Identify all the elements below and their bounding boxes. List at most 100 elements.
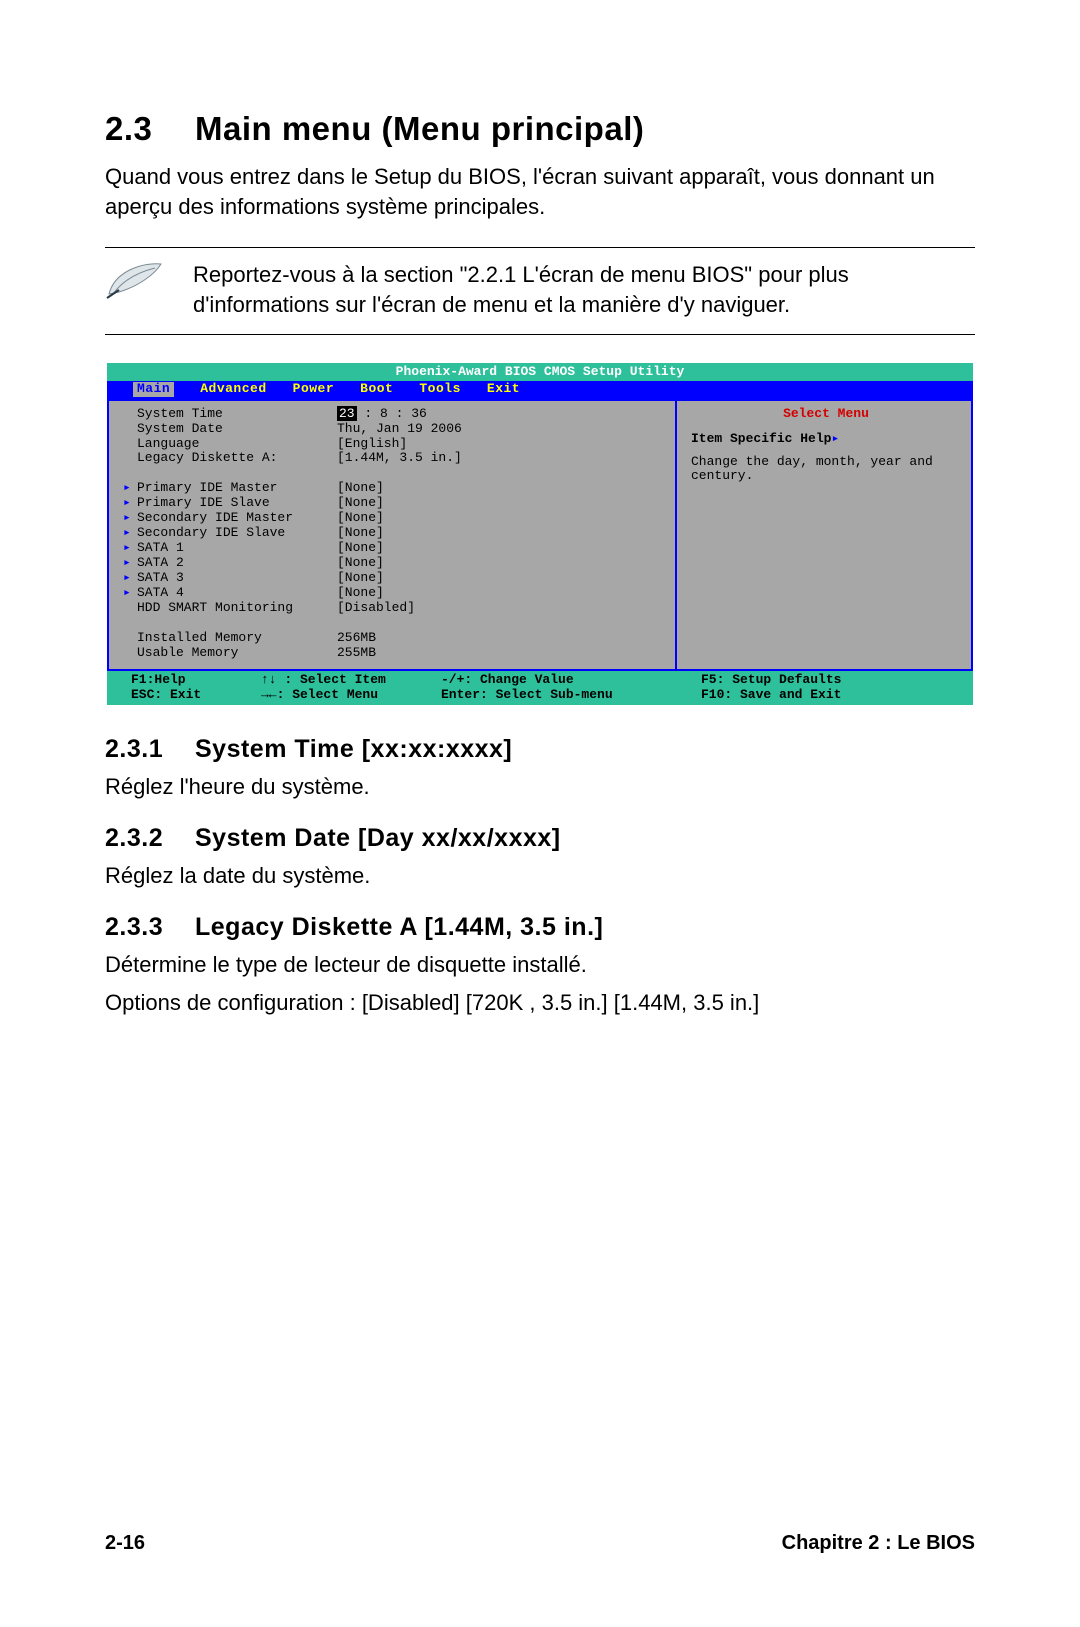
setting-label: System Date: [137, 422, 337, 437]
section-title-text: Main menu (Menu principal): [195, 110, 644, 147]
setting-value: [English]: [337, 436, 407, 451]
setting-value: 256MB: [337, 630, 376, 645]
foot-select-item: ↑↓ : Select Item: [261, 673, 441, 688]
setting-label: Secondary IDE Master: [137, 511, 337, 526]
setting-value-selected[interactable]: 23: [337, 406, 357, 421]
foot-change-value: -/+: Change Value: [441, 673, 701, 688]
setting-value: 255MB: [337, 645, 376, 660]
bios-setting-row[interactable]: System Time23 : 8 : 36: [123, 407, 671, 422]
subsection-title: System Date [Day xx/xx/xxxx]: [195, 824, 561, 852]
foot-help: F1:Help: [131, 673, 261, 688]
subsection-heading: 2.3.1System Time [xx:xx:xxxx]: [105, 735, 975, 764]
bios-footer: F1:Help ↑↓ : Select Item -/+: Change Val…: [107, 671, 973, 706]
help-text: Change the day, month, year and century.: [691, 455, 961, 485]
setting-label: SATA 3: [137, 571, 337, 586]
bios-tab-exit[interactable]: Exit: [487, 382, 520, 397]
bios-setting-row[interactable]: ▸SATA 3[None]: [123, 571, 671, 586]
bios-setting-row[interactable]: ▸SATA 2[None]: [123, 556, 671, 571]
bios-tab-advanced[interactable]: Advanced: [200, 382, 266, 397]
bios-setting-row[interactable]: Usable Memory255MB: [123, 646, 671, 661]
foot-save-exit: F10: Save and Exit: [701, 688, 963, 703]
bios-setting-row[interactable]: Language[English]: [123, 437, 671, 452]
bios-tab-main[interactable]: Main: [133, 382, 174, 397]
bios-help-pane: Select Menu Item Specific Help▸ Change t…: [675, 401, 971, 669]
foot-select-menu: →←: Select Menu: [261, 688, 441, 703]
foot-setup-defaults: F5: Setup Defaults: [701, 673, 963, 688]
page-number: 2-16: [105, 1532, 145, 1555]
subsection-number: 2.3.2: [105, 824, 195, 853]
bios-setting-row[interactable]: ▸SATA 4[None]: [123, 586, 671, 601]
bios-setting-row[interactable]: ▸Primary IDE Master[None]: [123, 481, 671, 496]
bios-setting-row[interactable]: HDD SMART Monitoring[Disabled]: [123, 601, 671, 616]
bios-screenshot: Phoenix-Award BIOS CMOS Setup Utility Ma…: [107, 363, 973, 706]
setting-value: [None]: [337, 495, 384, 510]
bios-setting-row[interactable]: ▸Secondary IDE Slave[None]: [123, 526, 671, 541]
setting-value: [1.44M, 3.5 in.]: [337, 450, 462, 465]
setting-label: Legacy Diskette A:: [137, 451, 337, 466]
setting-value: [None]: [337, 480, 384, 495]
bios-settings-pane: System Time23 : 8 : 36System DateThu, Ja…: [109, 401, 675, 669]
setting-value: [Disabled]: [337, 600, 415, 615]
setting-label: Secondary IDE Slave: [137, 526, 337, 541]
bios-setting-row: [123, 466, 671, 481]
submenu-arrow-icon: ▸: [123, 481, 137, 496]
foot-exit: ESC: Exit: [131, 688, 261, 703]
submenu-arrow-icon: ▸: [123, 526, 137, 541]
submenu-arrow-icon: ▸: [123, 556, 137, 571]
setting-label: Installed Memory: [137, 631, 337, 646]
setting-value: Thu, Jan 19 2006: [337, 421, 462, 436]
setting-label: Primary IDE Master: [137, 481, 337, 496]
submenu-arrow-icon: ▸: [123, 541, 137, 556]
subsection-number: 2.3.1: [105, 735, 195, 764]
page-footer: 2-16 Chapitre 2 : Le BIOS: [105, 1532, 975, 1555]
setting-label: SATA 2: [137, 556, 337, 571]
select-menu-label: Select Menu: [691, 407, 961, 422]
setting-value: [None]: [337, 540, 384, 555]
help-arrow-icon: ▸: [831, 431, 839, 446]
foot-select-submenu: Enter: Select Sub-menu: [441, 688, 701, 703]
item-specific-help-label: Item Specific Help▸: [691, 432, 961, 447]
bios-title-bar: Phoenix-Award BIOS CMOS Setup Utility: [107, 363, 973, 381]
setting-label: Primary IDE Slave: [137, 496, 337, 511]
subsection-heading: 2.3.3Legacy Diskette A [1.44M, 3.5 in.]: [105, 913, 975, 942]
bios-tab-tools[interactable]: Tools: [419, 382, 461, 397]
setting-value: [None]: [337, 585, 384, 600]
intro-paragraph: Quand vous entrez dans le Setup du BIOS,…: [105, 162, 975, 221]
bios-menu-bar: Main Advanced Power Boot Tools Exit: [107, 381, 973, 399]
setting-value: [None]: [337, 525, 384, 540]
chapter-label: Chapitre 2 : Le BIOS: [782, 1532, 975, 1555]
subsection-number: 2.3.3: [105, 913, 195, 942]
note-box: Reportez-vous à la section "2.2.1 L'écra…: [105, 247, 975, 334]
setting-value: [None]: [337, 570, 384, 585]
setting-label: System Time: [137, 407, 337, 422]
subsection-title: System Time [xx:xx:xxxx]: [195, 735, 512, 763]
note-text: Reportez-vous à la section "2.2.1 L'écra…: [193, 260, 975, 319]
section-heading: 2.3Main menu (Menu principal): [105, 110, 975, 148]
bios-setting-row: [123, 616, 671, 631]
setting-label: HDD SMART Monitoring: [137, 601, 337, 616]
subsection-title: Legacy Diskette A [1.44M, 3.5 in.]: [195, 913, 603, 941]
feather-icon: [105, 260, 165, 300]
bios-tab-power[interactable]: Power: [293, 382, 335, 397]
bios-setting-row[interactable]: Installed Memory256MB: [123, 631, 671, 646]
bios-setting-row[interactable]: ▸SATA 1[None]: [123, 541, 671, 556]
setting-value-suffix: : 8 : 36: [357, 406, 427, 421]
bios-setting-row[interactable]: ▸Secondary IDE Master[None]: [123, 511, 671, 526]
subsection-body: Options de configuration : [Disabled] [7…: [105, 988, 975, 1018]
subsection-body: Détermine le type de lecteur de disquett…: [105, 950, 975, 980]
bios-setting-row[interactable]: ▸Primary IDE Slave[None]: [123, 496, 671, 511]
bios-setting-row[interactable]: Legacy Diskette A:[1.44M, 3.5 in.]: [123, 451, 671, 466]
section-number: 2.3: [105, 110, 195, 148]
item-specific-help-text: Item Specific Help: [691, 431, 831, 446]
setting-value: [None]: [337, 510, 384, 525]
submenu-arrow-icon: ▸: [123, 496, 137, 511]
submenu-arrow-icon: ▸: [123, 586, 137, 601]
bios-body: System Time23 : 8 : 36System DateThu, Ja…: [107, 399, 973, 671]
setting-label: Language: [137, 437, 337, 452]
subsection-body: Réglez l'heure du système.: [105, 772, 975, 802]
setting-label: SATA 1: [137, 541, 337, 556]
submenu-arrow-icon: ▸: [123, 511, 137, 526]
setting-label: SATA 4: [137, 586, 337, 601]
bios-tab-boot[interactable]: Boot: [360, 382, 393, 397]
bios-setting-row[interactable]: System DateThu, Jan 19 2006: [123, 422, 671, 437]
